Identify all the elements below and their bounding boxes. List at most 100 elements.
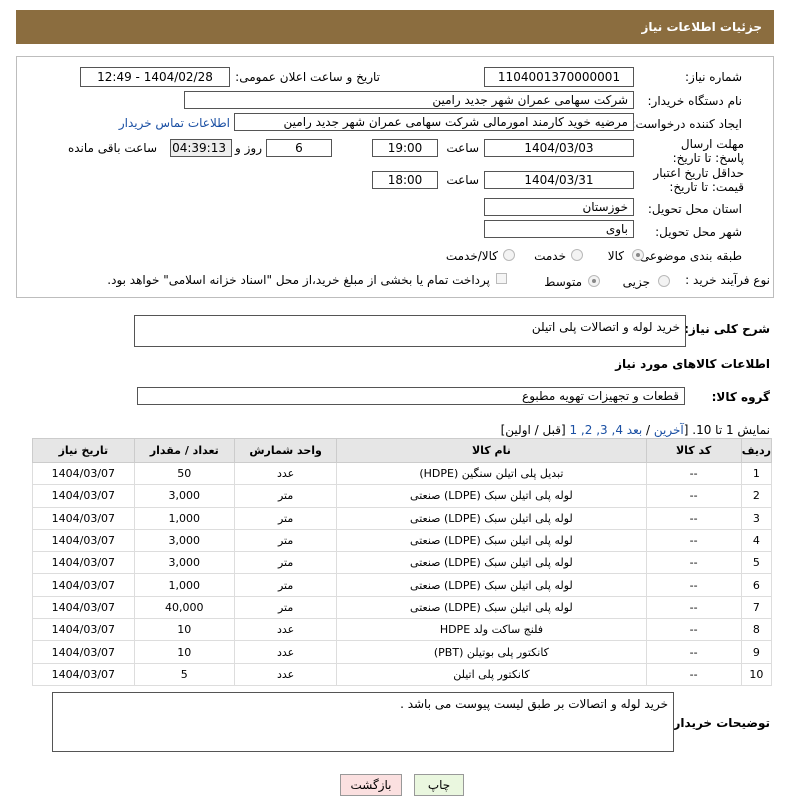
treasury-bonds-checkbox[interactable] <box>496 273 507 284</box>
cell-code: -- <box>645 461 742 486</box>
cell-row: 1 <box>740 461 773 486</box>
process-label: نوع فرآیند خرید : <box>685 273 770 287</box>
pagination-sep: / <box>642 423 654 437</box>
min-validity-time-label: ساعت <box>446 173 479 187</box>
min-validity-date-field: 1404/03/31 <box>484 171 634 189</box>
cell-unit: عدد <box>233 618 338 642</box>
table-row: 5 -- لوله پلی اتیلن سبک (LDPE) صنعتی متر 3,0… <box>32 551 773 575</box>
cell-date: 1404/03/07 <box>32 484 135 508</box>
cell-unit: عدد <box>233 662 338 686</box>
city-field: باوی <box>484 220 634 238</box>
table-row: 8 -- فلنج ساکت ولد HDPE عدد 10 1404/03/07 <box>32 618 773 642</box>
remaining-time-label: ساعت باقی مانده <box>67 141 157 155</box>
cell-row: 4 <box>740 528 773 553</box>
pagination-last-link[interactable]: آخرین <box>654 423 684 437</box>
category-both-radio[interactable] <box>503 249 515 261</box>
buyer-contact-link[interactable]: اطلاعات تماس خریدار <box>119 116 230 130</box>
cell-qty: 5 <box>133 662 235 686</box>
cell-date: 1404/03/07 <box>32 506 135 530</box>
cell-qty: 10 <box>133 640 235 664</box>
process-partial-radio[interactable] <box>658 275 670 287</box>
pagination-next-link[interactable]: بعد <box>627 423 642 437</box>
back-button[interactable]: بازگشت <box>340 774 402 796</box>
cell-code: -- <box>645 506 742 530</box>
table-row: 3 -- لوله پلی اتیلن سبک (LDPE) صنعتی متر 1,0… <box>32 506 773 530</box>
print-button[interactable]: چاپ <box>414 774 464 796</box>
deadline-time-field: 19:00 <box>372 139 438 157</box>
treasury-bonds-note: پرداخت تمام یا بخشی از مبلغ خرید،از محل … <box>107 273 490 287</box>
cell-row: 6 <box>740 573 773 597</box>
cell-name: لوله پلی اتیلن سبک (LDPE) صنعتی <box>336 528 647 553</box>
category-label: طبقه بندی موضوعی: <box>635 249 742 263</box>
table-row: 2 -- لوله پلی اتیلن سبک (LDPE) صنعتی متر 3,0… <box>32 484 773 508</box>
province-label: استان محل تحویل: <box>647 202 742 216</box>
cell-date: 1404/03/07 <box>32 573 135 597</box>
items-table-header: ردیف کد کالا نام کالا واحد شمارش تعداد /… <box>32 438 773 463</box>
announce-field: 1404/02/28 - 12:49 <box>80 67 230 87</box>
cell-row: 5 <box>740 551 773 575</box>
cell-qty: 40,000 <box>133 595 235 620</box>
pagination-suffix: [قبل / اولین] <box>500 423 566 437</box>
goods-group-label: گروه کالا: <box>711 390 770 404</box>
requester-label: ایجاد کننده درخواست: <box>631 117 742 131</box>
cell-code: -- <box>645 595 742 620</box>
deadline-time-label: ساعت <box>446 141 479 155</box>
cell-code: -- <box>645 528 742 553</box>
min-validity-time-field: 18:00 <box>372 171 438 189</box>
col-row: ردیف <box>740 438 773 463</box>
deadline-date-field: 1404/03/03 <box>484 139 634 157</box>
col-date: تاریخ نیاز <box>32 438 135 463</box>
cell-date: 1404/03/07 <box>32 551 135 575</box>
cell-name: کانکتور پلی بوتیلن (PBT) <box>336 640 647 664</box>
cell-qty: 3,000 <box>133 484 235 508</box>
requester-field: مرضیه خوید کارمند امورمالی شرکت سهامی عم… <box>234 113 634 131</box>
goods-group-field: قطعات و تجهیزات تهویه مطبوع <box>137 387 685 405</box>
table-row: 9 -- کانکتور پلی بوتیلن (PBT) عدد 10 1404/03/… <box>32 640 773 664</box>
cell-row: 8 <box>740 618 773 642</box>
cell-unit: متر <box>233 528 338 553</box>
category-both-label: کالا/خدمت <box>445 249 498 263</box>
process-medium-label: متوسط <box>544 275 582 289</box>
category-service-radio[interactable] <box>571 249 583 261</box>
min-validity-label: حداقل تاریخ اعتبار قیمت: تا تاریخ: <box>653 166 744 194</box>
remaining-time-field: 04:39:13 <box>170 139 232 157</box>
category-service-label: خدمت <box>534 249 566 263</box>
province-field: خوزستان <box>484 198 634 216</box>
col-unit: واحد شمارش <box>233 438 338 463</box>
cell-name: فلنج ساکت ولد HDPE <box>336 618 647 642</box>
cell-row: 7 <box>740 595 773 620</box>
pagination-prefix: نمایش 1 تا 10. [ <box>683 423 770 437</box>
buyer-notes-textarea[interactable]: خرید لوله و اتصالات بر طبق لیست پیوست می… <box>52 692 674 752</box>
cell-unit: عدد <box>233 461 338 486</box>
cell-date: 1404/03/07 <box>32 618 135 642</box>
cell-code: -- <box>645 573 742 597</box>
cell-code: -- <box>645 618 742 642</box>
category-goods-label: کالا <box>607 249 624 263</box>
cell-qty: 10 <box>133 618 235 642</box>
category-goods-radio[interactable] <box>632 249 644 261</box>
cell-code: -- <box>645 640 742 664</box>
pagination: نمایش 1 تا 10. [آخرین / بعد 4, 3, 2, 1 [… <box>501 423 770 437</box>
cell-unit: متر <box>233 506 338 530</box>
items-section-title: اطلاعات کالاهای مورد نیاز <box>615 357 770 371</box>
deadline-days-field: 6 <box>266 139 332 157</box>
buyer-org-field: شرکت سهامی عمران شهر جدید رامین <box>184 91 634 109</box>
table-row: 4 -- لوله پلی اتیلن سبک (LDPE) صنعتی متر 3,0… <box>32 528 773 553</box>
cell-qty: 3,000 <box>133 551 235 575</box>
process-medium-radio[interactable] <box>588 275 600 287</box>
cell-qty: 50 <box>133 461 235 486</box>
cell-name: لوله پلی اتیلن سبک (LDPE) صنعتی <box>336 551 647 575</box>
cell-unit: متر <box>233 595 338 620</box>
cell-date: 1404/03/07 <box>32 662 135 686</box>
deadline-days-label: روز و <box>235 141 262 155</box>
cell-qty: 1,000 <box>133 506 235 530</box>
table-row: 10 -- کانکتور پلی اتیلن عدد 5 1404/03/07 <box>32 662 773 686</box>
cell-name: تبدیل پلی اتیلن سنگین (HDPE) <box>336 461 647 486</box>
items-table: ردیف کد کالا نام کالا واحد شمارش تعداد /… <box>32 438 773 686</box>
table-row: 1 -- تبدیل پلی اتیلن سنگین (HDPE) عدد 50 1404… <box>32 461 773 486</box>
need-number-field: 1104001370000001 <box>484 67 634 87</box>
buyer-notes-label: توضیحات خریدار: <box>668 716 770 730</box>
cell-code: -- <box>645 484 742 508</box>
pagination-pages[interactable]: 4, 3, 2, 1 <box>569 423 622 437</box>
description-textarea[interactable]: خرید لوله و اتصالات پلی اتیلن <box>134 315 686 347</box>
